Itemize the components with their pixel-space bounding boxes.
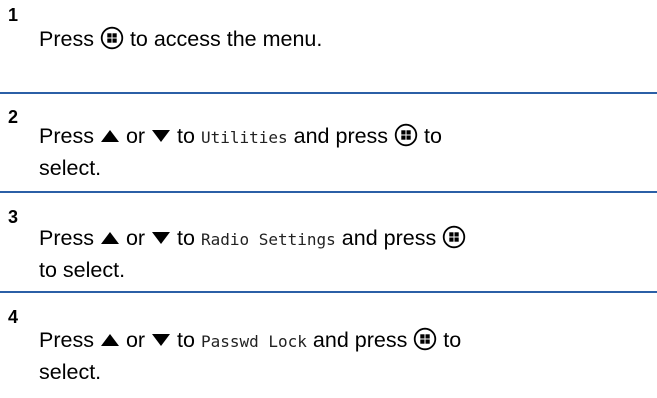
- step-number: 3: [8, 207, 19, 227]
- step-4: 4 Press or to Passwd Lock and press to s…: [0, 295, 657, 398]
- instruction-text: and press: [341, 226, 437, 250]
- down-arrow-icon: [151, 231, 171, 245]
- instruction-text: Press: [39, 124, 94, 148]
- instruction-text: to: [177, 124, 195, 148]
- step-instruction: Press or to Passwd Lock and press to sel…: [39, 325, 649, 387]
- step-instruction: Press or to Utilities and press to selec…: [39, 121, 649, 183]
- instruction-text: and press: [312, 328, 408, 352]
- instruction-text: Press: [39, 328, 94, 352]
- instruction-text: to select.: [39, 258, 126, 282]
- instruction-text: or: [125, 124, 146, 148]
- step-instruction: Press or to Radio Settings and press to …: [39, 223, 649, 285]
- down-arrow-icon: [151, 129, 171, 143]
- menu-item-name: Passwd Lock: [200, 332, 307, 351]
- instruction-text: Press: [39, 226, 94, 250]
- menu-ok-button-icon: [100, 26, 124, 50]
- up-arrow-icon: [100, 129, 120, 143]
- instruction-text: Press: [39, 27, 94, 51]
- menu-item-name: Radio Settings: [200, 230, 336, 249]
- step-3: 3 Press or to Radio Settings and press t…: [0, 195, 657, 290]
- instruction-text: and press: [293, 124, 389, 148]
- menu-item-name: Utilities: [200, 128, 288, 147]
- step-1: 1 Press to access the menu.: [0, 0, 657, 56]
- step-number: 1: [8, 5, 19, 25]
- instruction-text: to: [177, 226, 195, 250]
- instruction-text: to access the menu.: [129, 27, 323, 51]
- menu-ok-button-icon: [413, 327, 437, 351]
- step-number: 2: [8, 107, 19, 127]
- instruction-text: select.: [39, 360, 102, 384]
- step-instruction: Press to access the menu.: [39, 24, 649, 54]
- instruction-text: or: [125, 226, 146, 250]
- step-divider: [0, 291, 657, 293]
- instruction-text: to: [424, 124, 442, 148]
- step-divider: [0, 191, 657, 193]
- instruction-text: or: [125, 328, 146, 352]
- up-arrow-icon: [100, 333, 120, 347]
- instruction-text: to: [443, 328, 462, 352]
- step-number: 4: [8, 307, 19, 327]
- step-divider: [0, 92, 657, 94]
- instruction-text: select.: [39, 156, 102, 180]
- up-arrow-icon: [100, 231, 120, 245]
- menu-ok-button-icon: [394, 123, 418, 147]
- down-arrow-icon: [151, 333, 171, 347]
- step-2: 2 Press or to Utilities and press to sel…: [0, 95, 657, 190]
- menu-ok-button-icon: [442, 225, 466, 249]
- instruction-text: to: [177, 328, 195, 352]
